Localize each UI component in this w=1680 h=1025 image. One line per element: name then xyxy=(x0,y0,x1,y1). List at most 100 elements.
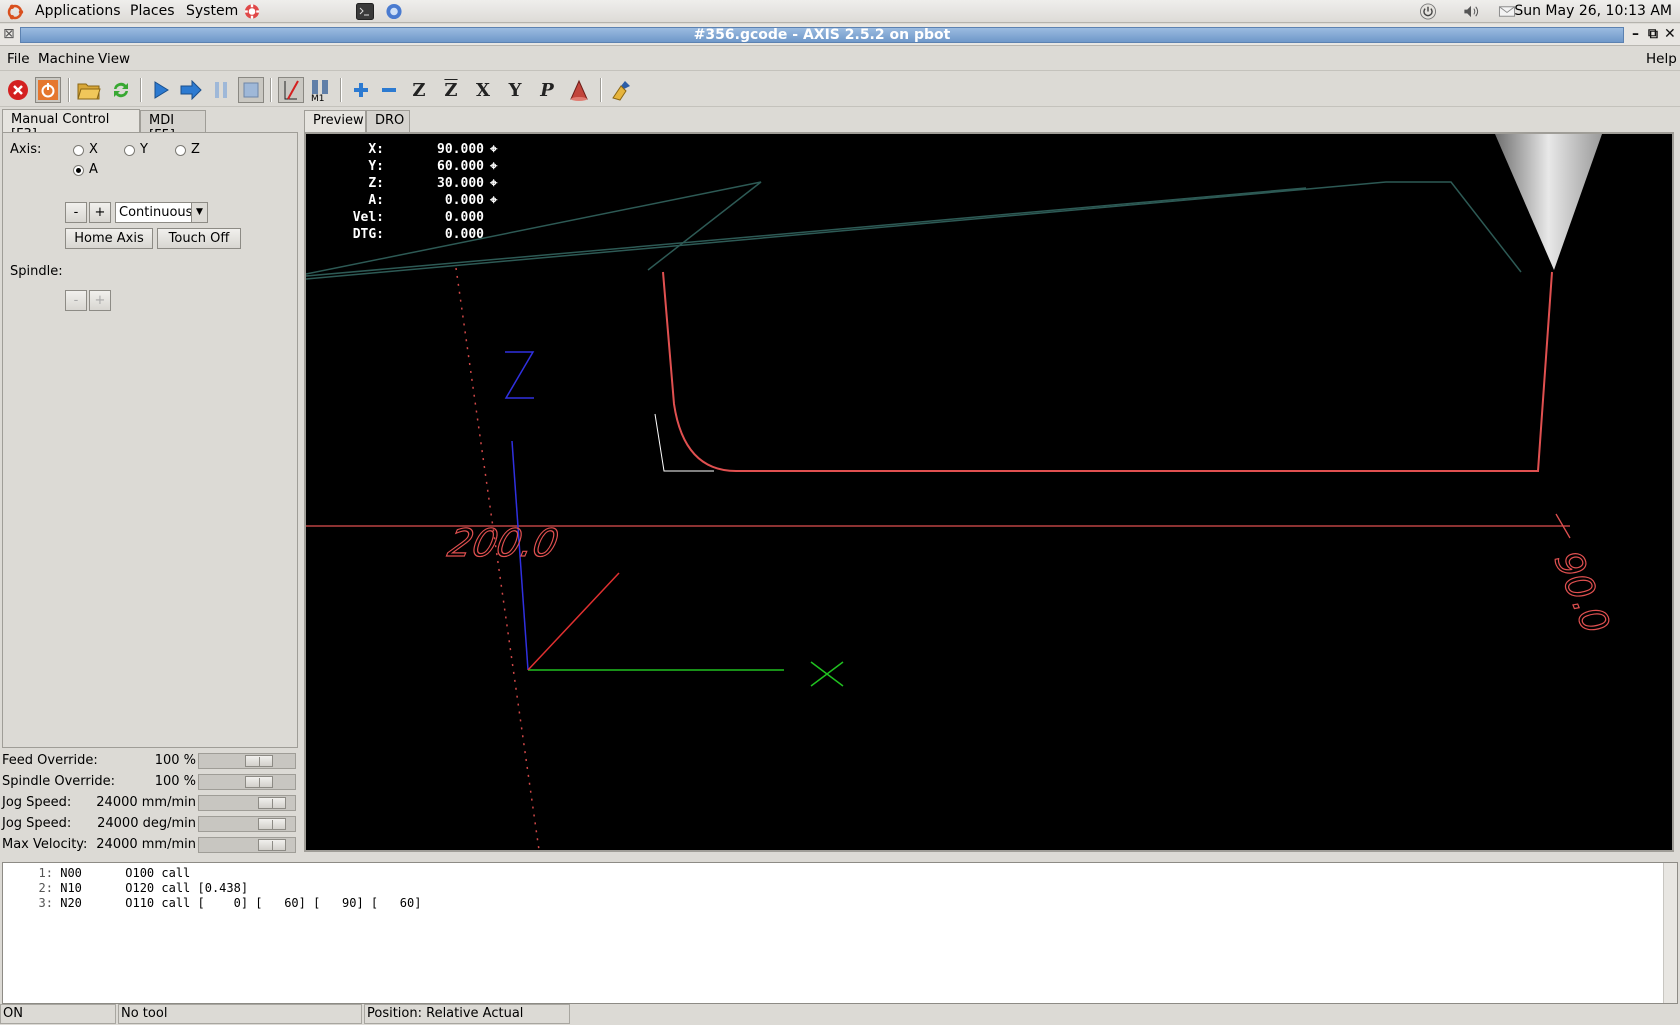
feed-override-slider[interactable] xyxy=(198,753,296,769)
feed-override-value: 100 % xyxy=(154,753,196,768)
x-extent-label: 200.0 xyxy=(444,521,562,566)
system-menu[interactable]: System xyxy=(186,3,238,19)
tab-manual-control[interactable]: Manual Control [F3] xyxy=(2,109,140,142)
tab-mdi[interactable]: MDI [F5] xyxy=(140,110,206,143)
slider-thumb[interactable] xyxy=(258,797,286,809)
menubar: File Machine View Help xyxy=(0,47,1680,71)
gcode-line[interactable]: 3: N20 O110 call [ 0] [ 60] [ 90] [ 60] xyxy=(3,896,422,910)
panel-clock[interactable]: Sun May 26, 10:13 AM xyxy=(1514,3,1672,19)
reload-icon xyxy=(114,82,128,98)
top-panel: Applications Places System Sun May 26, 1… xyxy=(0,0,1680,23)
window-title: #356.gcode - AXIS 2.5.2 on pbot xyxy=(693,27,951,43)
angular-jog-speed-slider[interactable] xyxy=(198,816,296,832)
zoom-out-icon xyxy=(382,88,396,92)
spindle-minus-button[interactable]: - xyxy=(65,290,87,311)
close-window-icon[interactable]: ✕ xyxy=(1664,26,1676,42)
touch-off-button[interactable]: Touch Off xyxy=(157,228,241,249)
dro-dtg-value: 0.000 xyxy=(444,227,484,242)
axis-a-radio[interactable] xyxy=(73,165,84,176)
pause-button[interactable] xyxy=(208,77,234,103)
clear-plot-button[interactable] xyxy=(610,77,636,103)
estop-button[interactable] xyxy=(5,77,31,103)
jog-increment-select[interactable]: Continuous ▼ xyxy=(115,202,208,223)
stop-button[interactable] xyxy=(238,77,264,103)
slider-thumb[interactable] xyxy=(258,839,286,851)
homed-icon: ⌖ xyxy=(490,176,498,191)
ubuntu-logo-icon[interactable] xyxy=(6,3,24,21)
dro-x-key: X: xyxy=(368,142,384,157)
step-button[interactable] xyxy=(178,77,204,103)
gcode-line[interactable]: 1: N00 O100 call xyxy=(3,866,191,880)
slider-thumb[interactable] xyxy=(258,818,286,830)
mail-icon[interactable] xyxy=(1498,3,1516,20)
block-delete-icon xyxy=(284,80,299,100)
view-perspective-button[interactable]: P xyxy=(534,77,560,103)
view-y-button[interactable]: Y xyxy=(502,77,528,103)
block-delete-toggle[interactable] xyxy=(278,77,304,103)
places-menu[interactable]: Places xyxy=(130,3,175,19)
optional-stop-icon: M1 xyxy=(311,80,328,102)
dro-y-value: 60.000 xyxy=(437,159,484,174)
menu-machine[interactable]: Machine xyxy=(38,51,95,67)
view-z-rotated-icon: Z xyxy=(444,79,458,101)
help-lifebuoy-icon[interactable] xyxy=(243,3,261,20)
window-titlebar[interactable]: ⊠ #356.gcode - AXIS 2.5.2 on pbot – ⧉ ✕ xyxy=(0,24,1680,46)
spindle-plus-button[interactable]: + xyxy=(89,290,111,311)
dro-a-value: 0.000 xyxy=(444,193,484,208)
stop-icon xyxy=(243,82,259,98)
jog-plus-button[interactable]: + xyxy=(89,202,111,223)
maximize-icon[interactable]: ⧉ xyxy=(1648,26,1658,42)
folder-open-icon xyxy=(77,83,101,100)
rotate-view-button[interactable] xyxy=(566,77,592,103)
jog-speed-slider[interactable] xyxy=(198,795,296,811)
menu-file[interactable]: File xyxy=(7,51,30,67)
homed-icon: ⌖ xyxy=(490,193,498,208)
jog-speed-value: 24000 mm/min xyxy=(96,795,196,810)
jog-minus-button[interactable]: - xyxy=(65,202,87,223)
menu-help[interactable]: Help xyxy=(1646,51,1677,67)
applications-menu[interactable]: Applications xyxy=(35,3,121,19)
optional-stop-toggle[interactable]: M1 xyxy=(308,77,334,103)
view-z-icon: Z xyxy=(412,79,426,101)
home-axis-button[interactable]: Home Axis xyxy=(65,228,153,249)
axis-a-label: A xyxy=(89,162,98,177)
terminal-icon[interactable] xyxy=(356,3,374,20)
zoom-in-button[interactable] xyxy=(348,77,374,103)
slider-thumb[interactable] xyxy=(245,755,273,767)
gcode-line-text: N20 O110 call [ 0] [ 60] [ 90] [ 60] xyxy=(60,896,422,910)
gcode-scrollbar[interactable] xyxy=(1663,863,1677,1003)
window-menu-icon[interactable]: ⊠ xyxy=(3,26,15,42)
axis-x-radio[interactable] xyxy=(73,145,84,156)
axis-z-radio[interactable] xyxy=(175,145,186,156)
reload-button[interactable] xyxy=(108,77,134,103)
power-icon[interactable] xyxy=(1419,3,1437,20)
open-file-button[interactable] xyxy=(76,77,102,103)
view-z2-button[interactable]: Z xyxy=(438,77,464,103)
view-z-button[interactable]: Z xyxy=(406,77,432,103)
gcode-line-text: N10 O120 call [0.438] xyxy=(60,881,249,895)
dropdown-arrow-icon: ▼ xyxy=(191,203,207,222)
volume-icon[interactable] xyxy=(1462,3,1480,20)
view-x-button[interactable]: X xyxy=(470,77,496,103)
spindle-override-slider[interactable] xyxy=(198,774,296,790)
browser-icon[interactable] xyxy=(385,3,403,20)
preview-canvas[interactable]: 200.0 90.0 X: 90.000 ⌖ Y: 60.000 ⌖ Z: 30.000 ⌖… xyxy=(304,132,1674,852)
menu-view[interactable]: View xyxy=(98,51,130,67)
machine-power-button[interactable] xyxy=(35,77,61,103)
axis-label: Axis: xyxy=(10,142,42,157)
jog-speed-label: Jog Speed: xyxy=(2,795,72,810)
axis-y-radio[interactable] xyxy=(124,145,135,156)
feed-override-label: Feed Override: xyxy=(2,753,98,768)
jog-increment-value: Continuous xyxy=(119,205,193,220)
zoom-out-button[interactable] xyxy=(376,77,402,103)
minimize-icon[interactable]: – xyxy=(1632,26,1639,42)
gcode-listing[interactable]: 1: N00 O100 call 2: N10 O120 call [0.438… xyxy=(2,862,1678,1004)
run-button[interactable] xyxy=(148,77,174,103)
tab-preview[interactable]: Preview xyxy=(304,110,366,134)
max-velocity-slider[interactable] xyxy=(198,837,296,853)
gcode-line[interactable]: 2: N10 O120 call [0.438] xyxy=(3,881,249,895)
slider-thumb[interactable] xyxy=(245,776,273,788)
gcode-line-number: 1: xyxy=(38,866,53,880)
tab-dro[interactable]: DRO xyxy=(366,110,410,132)
estop-icon xyxy=(8,80,28,100)
